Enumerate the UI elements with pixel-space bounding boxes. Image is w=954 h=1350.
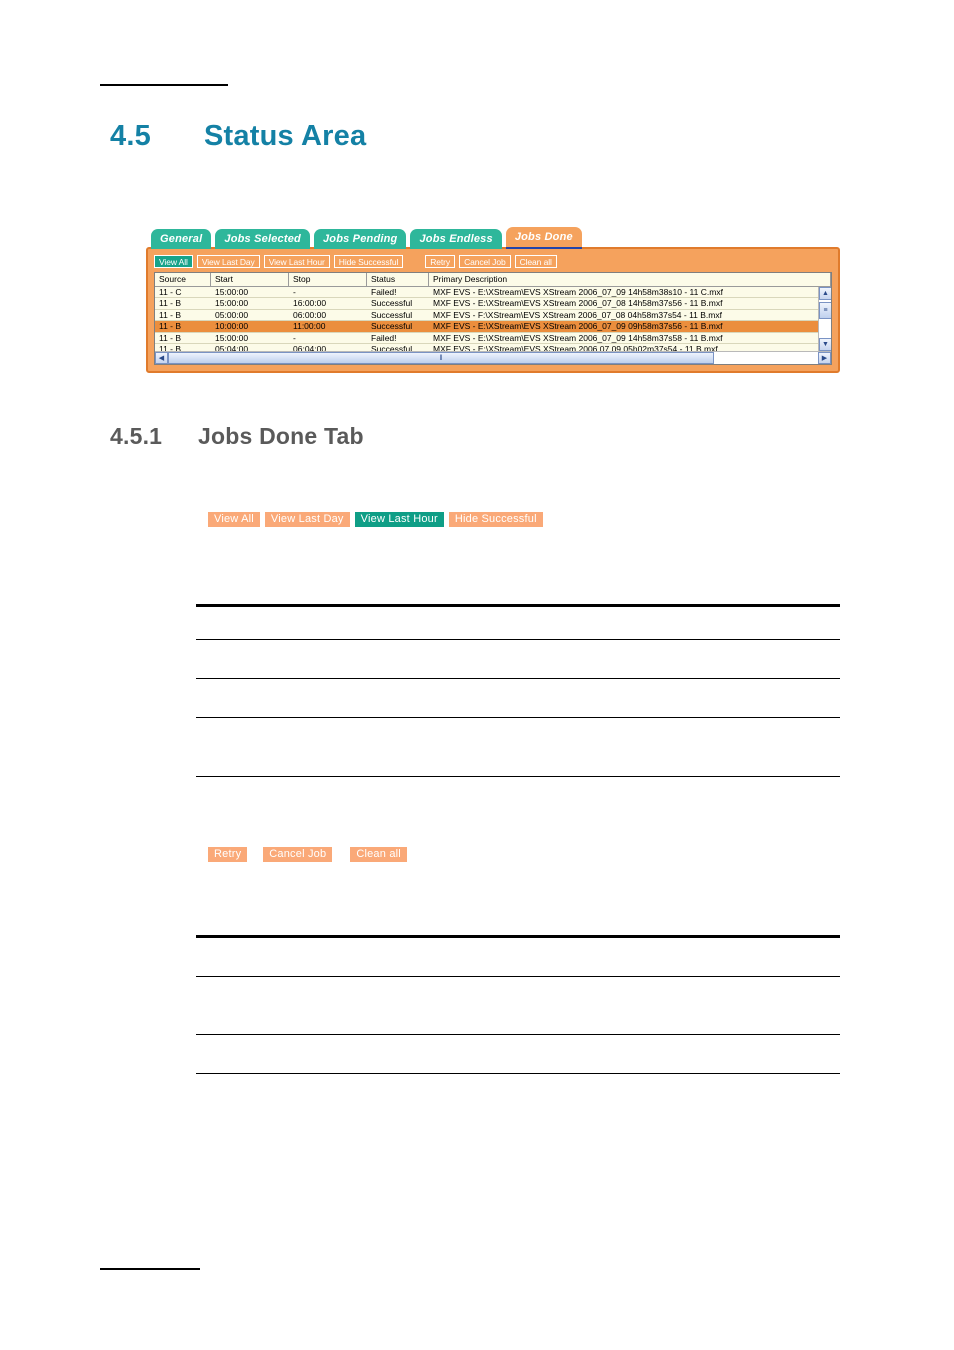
vertical-scroll-thumb[interactable]: ≡ xyxy=(819,302,831,319)
grid-body: 11 - C 15:00:00 - Failed! MXF EVS - E:\X… xyxy=(155,287,818,356)
cell-source: 11 - B xyxy=(159,309,182,320)
cell-status: Failed! xyxy=(371,287,397,297)
tab-jobs-selected[interactable]: Jobs Selected xyxy=(215,229,310,249)
table-rule-bottom xyxy=(196,776,840,777)
scroll-down-icon[interactable]: ▼ xyxy=(819,338,831,351)
cell-description: MXF EVS - E:\XStream\EVS XStream 2006_07… xyxy=(433,321,723,332)
figure-clean-all-button[interactable]: Clean all xyxy=(350,847,407,862)
figure-cancel-job-button[interactable]: Cancel Job xyxy=(263,847,333,862)
figure-hide-successful-button[interactable]: Hide Successful xyxy=(448,512,543,527)
table-row[interactable]: 11 - B 05:00:00 06:00:00 Successful MXF … xyxy=(155,309,818,322)
cell-status: Successful xyxy=(371,298,413,309)
cell-status: Failed! xyxy=(371,332,397,343)
cell-source: 11 - B xyxy=(159,321,182,332)
table-row[interactable]: 11 - C 15:00:00 - Failed! MXF EVS - E:\X… xyxy=(155,287,818,299)
status-area-screenshot: General Jobs Selected Jobs Pending Jobs … xyxy=(146,225,840,373)
table-row[interactable]: 11 - B 15:00:00 - Failed! MXF EVS - E:\X… xyxy=(155,332,818,344)
jobs-done-panel: View All View Last Day View Last Hour Hi… xyxy=(146,247,840,373)
subsection-number: 4.5.1 xyxy=(110,423,163,449)
column-header-status[interactable]: Status xyxy=(367,273,429,286)
table-rule-bottom xyxy=(196,1073,840,1074)
cell-start: 10:00:00 xyxy=(215,321,249,332)
view-all-button[interactable]: View All xyxy=(154,254,193,268)
hide-successful-button[interactable]: Hide Successful xyxy=(333,254,404,268)
jobs-done-toolbar: View All View Last Day View Last Hour Hi… xyxy=(154,254,557,268)
cell-source: 11 - B xyxy=(159,298,182,309)
cell-start: 15:00:00 xyxy=(215,287,249,297)
description-table-one xyxy=(196,604,840,777)
cell-start: 15:00:00 xyxy=(215,298,249,309)
cell-description: MXF EVS - F:\XStream\EVS XStream 2006_07… xyxy=(433,309,722,320)
column-header-start[interactable]: Start xyxy=(211,273,289,286)
subsection-heading: 4.5.1 Jobs Done Tab xyxy=(110,423,364,450)
table-row[interactable]: 11 - B 15:00:00 16:00:00 Successful MXF … xyxy=(155,298,818,310)
cell-description: MXF EVS - E:\XStream\EVS XStream 2006_07… xyxy=(433,332,723,343)
cancel-job-button[interactable]: Cancel Job xyxy=(459,254,511,268)
scroll-left-icon[interactable]: ◀ xyxy=(155,352,168,364)
scroll-up-icon[interactable]: ▲ xyxy=(819,287,831,300)
cell-start: 05:00:00 xyxy=(215,309,249,320)
column-header-primary-description[interactable]: Primary Description xyxy=(429,273,831,286)
figure-view-last-hour-button[interactable]: View Last Hour xyxy=(354,512,444,527)
figure-view-last-day-button[interactable]: View Last Day xyxy=(264,512,350,527)
scroll-right-icon[interactable]: ▶ xyxy=(818,352,831,364)
horizontal-scrollbar[interactable]: ◀ ‖ ▶ xyxy=(155,351,831,364)
cell-description: MXF EVS - E:\XStream\EVS XStream 2006_07… xyxy=(433,287,723,297)
tab-jobs-done[interactable]: Jobs Done xyxy=(505,227,582,249)
column-header-source[interactable]: Source xyxy=(155,273,211,286)
grid-header-row: Source Start Stop Status Primary Descrip… xyxy=(155,273,831,287)
action-buttons-figure: Retry Cancel Job Clean all xyxy=(208,847,407,862)
page-footer-rule xyxy=(100,1268,200,1270)
figure-view-all-button[interactable]: View All xyxy=(208,512,260,527)
cell-stop: 11:00:00 xyxy=(293,321,326,332)
view-last-hour-button[interactable]: View Last Hour xyxy=(263,254,330,268)
column-header-stop[interactable]: Stop xyxy=(289,273,367,286)
clean-all-button[interactable]: Clean all xyxy=(514,254,557,268)
tab-general[interactable]: General xyxy=(151,229,212,249)
section-title: Status Area xyxy=(204,120,367,152)
cell-status: Successful xyxy=(371,309,413,320)
cell-description: MXF EVS - E:\XStream\EVS XStream 2006_07… xyxy=(433,298,723,309)
section-number: 4.5 xyxy=(110,120,151,152)
horizontal-scroll-track[interactable]: ‖ xyxy=(168,352,818,364)
tab-jobs-endless[interactable]: Jobs Endless xyxy=(410,229,502,249)
cell-start: 15:00:00 xyxy=(215,332,249,343)
cell-stop: - xyxy=(293,287,296,297)
cell-stop: - xyxy=(293,332,296,343)
tab-strip: General Jobs Selected Jobs Pending Jobs … xyxy=(151,225,582,249)
horizontal-scroll-thumb[interactable]: ‖ xyxy=(168,352,714,364)
cell-status: Successful xyxy=(371,321,413,332)
section-heading: 4.5 Status Area xyxy=(110,120,366,153)
vertical-scrollbar[interactable]: ▲ ≡ ▼ xyxy=(818,287,831,351)
view-last-day-button[interactable]: View Last Day xyxy=(196,254,260,268)
subsection-title: Jobs Done Tab xyxy=(198,423,364,449)
tab-jobs-pending[interactable]: Jobs Pending xyxy=(313,229,407,249)
cell-stop: 16:00:00 xyxy=(293,298,327,309)
table-row-selected[interactable]: 11 - B 10:00:00 11:00:00 Successful MXF … xyxy=(155,321,818,333)
retry-button[interactable]: Retry xyxy=(425,254,456,268)
figure-retry-button[interactable]: Retry xyxy=(208,847,248,862)
cell-stop: 06:00:00 xyxy=(293,309,327,320)
description-table-two xyxy=(196,935,840,1074)
filter-buttons-figure: View All View Last Day View Last Hour Hi… xyxy=(208,512,543,527)
cell-source: 11 - B xyxy=(159,332,182,343)
jobs-done-grid: Source Start Stop Status Primary Descrip… xyxy=(154,272,832,365)
cell-source: 11 - C xyxy=(159,287,182,297)
page-header-rule xyxy=(100,84,228,86)
